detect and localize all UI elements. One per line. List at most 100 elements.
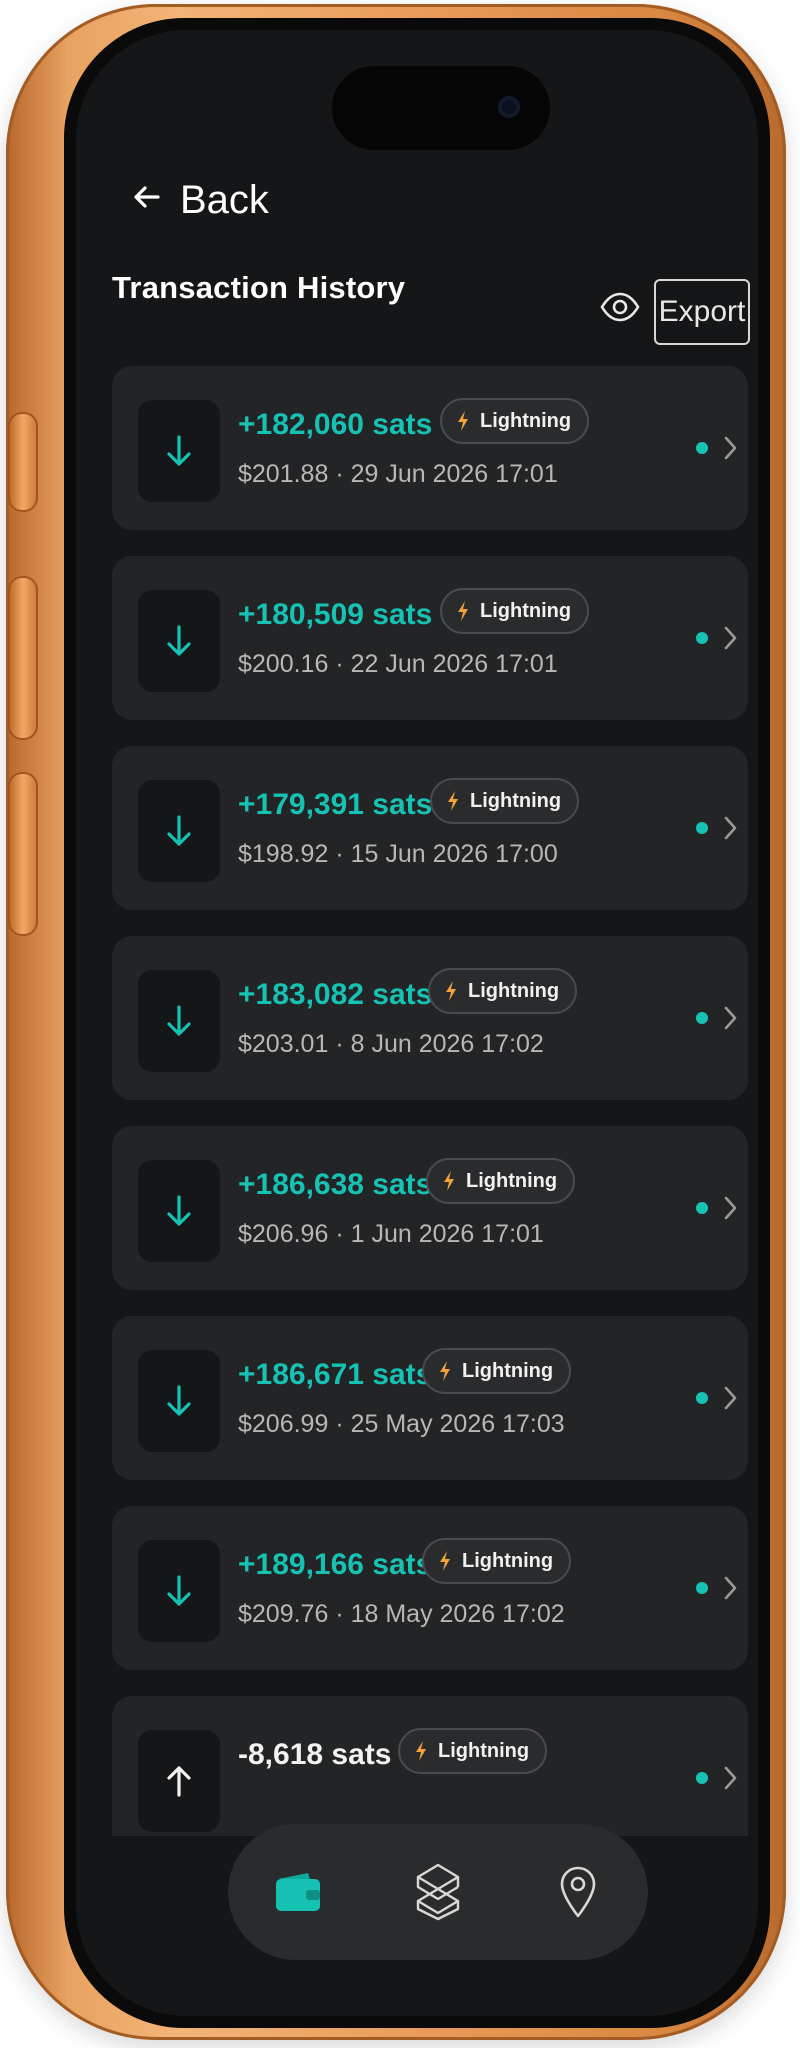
transaction-card[interactable]: -8,618 sats Lightning xyxy=(112,1696,748,1836)
transaction-datetime: 18 May 2026 17:02 xyxy=(350,1600,565,1628)
status-dot xyxy=(696,1392,708,1404)
chevron-right-icon xyxy=(724,1766,737,1790)
back-button[interactable]: Back xyxy=(132,178,269,223)
bolt-icon xyxy=(438,1360,452,1382)
chevron-right-icon xyxy=(724,1386,737,1410)
transaction-list[interactable]: +182,060 sats Lightning $201.88 · 29 Jun 2… xyxy=(112,366,748,1836)
dynamic-island xyxy=(332,66,550,150)
arrow-down-icon xyxy=(138,1540,220,1642)
separator-dot: · xyxy=(328,1030,351,1058)
lightning-badge: Lightning xyxy=(430,778,580,824)
volume-up-button xyxy=(8,576,38,740)
transaction-amount: +180,509 sats xyxy=(238,598,433,631)
transaction-card[interactable]: +189,166 sats Lightning $209.76 · 18 May 2… xyxy=(112,1506,748,1670)
transaction-details: $206.96 · 1 Jun 2026 17:01 xyxy=(238,1220,544,1249)
arrow-left-icon xyxy=(132,179,162,222)
badge-label: Lightning xyxy=(462,1549,554,1572)
transaction-amount: +179,391 sats xyxy=(238,788,433,821)
device-mockup: Back Transaction History Export +182,060… xyxy=(0,0,800,2048)
volume-down-button xyxy=(8,772,38,936)
separator-dot: · xyxy=(328,1410,351,1438)
lightning-badge: Lightning xyxy=(398,1728,548,1774)
badge-label: Lightning xyxy=(438,1739,530,1762)
transaction-card[interactable]: +179,391 sats Lightning $198.92 · 15 Jun 2… xyxy=(112,746,748,910)
chevron-right-icon xyxy=(724,1576,737,1600)
arrow-down-icon xyxy=(138,1160,220,1262)
transaction-amount: +186,638 sats xyxy=(238,1168,433,1201)
fiat-value: $198.92 xyxy=(238,840,329,868)
chevron-right-icon xyxy=(724,1196,737,1220)
export-button[interactable]: Export xyxy=(654,279,750,345)
fiat-value: $209.76 xyxy=(238,1600,329,1628)
separator-dot: · xyxy=(328,840,351,868)
badge-label: Lightning xyxy=(462,1359,554,1382)
status-dot xyxy=(696,822,708,834)
status-dot xyxy=(696,442,708,454)
status-dot xyxy=(696,1202,708,1214)
separator-dot: · xyxy=(328,1220,351,1248)
bolt-icon xyxy=(414,1740,428,1762)
transaction-details: $206.99 · 25 May 2026 17:03 xyxy=(238,1410,565,1439)
action-button xyxy=(8,412,38,512)
separator-dot: · xyxy=(328,650,351,678)
transaction-amount: +186,671 sats xyxy=(238,1358,433,1391)
bottom-nav xyxy=(228,1824,648,1960)
separator-dot: · xyxy=(328,1600,351,1628)
map-pin-icon[interactable] xyxy=(543,1857,613,1927)
bolt-icon xyxy=(444,980,458,1002)
app-screen: Back Transaction History Export +182,060… xyxy=(76,30,758,2016)
transaction-amount: +189,166 sats xyxy=(238,1548,433,1581)
status-dot xyxy=(696,632,708,644)
transaction-datetime: 29 Jun 2026 17:01 xyxy=(350,460,558,488)
chevron-right-icon xyxy=(724,626,737,650)
arrow-down-icon xyxy=(138,970,220,1072)
layers-icon[interactable] xyxy=(403,1857,473,1927)
transaction-datetime: 15 Jun 2026 17:00 xyxy=(350,840,558,868)
transaction-details: $200.16 · 22 Jun 2026 17:01 xyxy=(238,650,558,679)
eye-icon[interactable] xyxy=(600,292,640,322)
transaction-card[interactable]: +180,509 sats Lightning $200.16 · 22 Jun 2… xyxy=(112,556,748,720)
wallet-icon[interactable] xyxy=(263,1857,333,1927)
transaction-datetime: 8 Jun 2026 17:02 xyxy=(350,1030,544,1058)
chevron-right-icon xyxy=(724,436,737,460)
transaction-amount: +183,082 sats xyxy=(238,978,433,1011)
bolt-icon xyxy=(446,790,460,812)
badge-label: Lightning xyxy=(466,1169,558,1192)
camera-icon xyxy=(498,96,520,118)
fiat-value: $203.01 xyxy=(238,1030,329,1058)
arrow-down-icon xyxy=(138,400,220,502)
lightning-badge: Lightning xyxy=(440,588,590,634)
lightning-badge: Lightning xyxy=(440,398,590,444)
fiat-value: $206.96 xyxy=(238,1220,329,1248)
status-dot xyxy=(696,1772,708,1784)
transaction-card[interactable]: +186,671 sats Lightning $206.99 · 25 May 2… xyxy=(112,1316,748,1480)
lightning-badge: Lightning xyxy=(422,1348,572,1394)
arrow-down-icon xyxy=(138,1350,220,1452)
transaction-details: $201.88 · 29 Jun 2026 17:01 xyxy=(238,460,558,489)
fiat-value: $201.88 xyxy=(238,460,329,488)
badge-label: Lightning xyxy=(468,979,560,1002)
transaction-details: $209.76 · 18 May 2026 17:02 xyxy=(238,1600,565,1629)
badge-label: Lightning xyxy=(480,409,572,432)
status-dot xyxy=(696,1012,708,1024)
transaction-datetime: 25 May 2026 17:03 xyxy=(350,1410,565,1438)
transaction-card[interactable]: +186,638 sats Lightning $206.96 · 1 Jun 20… xyxy=(112,1126,748,1290)
fiat-value: $206.99 xyxy=(238,1410,329,1438)
chevron-right-icon xyxy=(724,1006,737,1030)
lightning-badge: Lightning xyxy=(428,968,578,1014)
status-dot xyxy=(696,1582,708,1594)
transaction-card[interactable]: +183,082 sats Lightning $203.01 · 8 Jun 20… xyxy=(112,936,748,1100)
transaction-card[interactable]: +182,060 sats Lightning $201.88 · 29 Jun 2… xyxy=(112,366,748,530)
transaction-amount: -8,618 sats xyxy=(238,1738,392,1771)
fiat-value: $200.16 xyxy=(238,650,329,678)
bolt-icon xyxy=(442,1170,456,1192)
transaction-details: $198.92 · 15 Jun 2026 17:00 xyxy=(238,840,558,869)
arrow-down-icon xyxy=(138,780,220,882)
lightning-badge: Lightning xyxy=(422,1538,572,1584)
transaction-details: $203.01 · 8 Jun 2026 17:02 xyxy=(238,1030,544,1059)
arrow-up-icon xyxy=(138,1730,220,1832)
badge-label: Lightning xyxy=(470,789,562,812)
transaction-datetime: 1 Jun 2026 17:01 xyxy=(350,1220,544,1248)
page-title: Transaction History xyxy=(112,270,406,305)
back-label: Back xyxy=(180,178,269,222)
